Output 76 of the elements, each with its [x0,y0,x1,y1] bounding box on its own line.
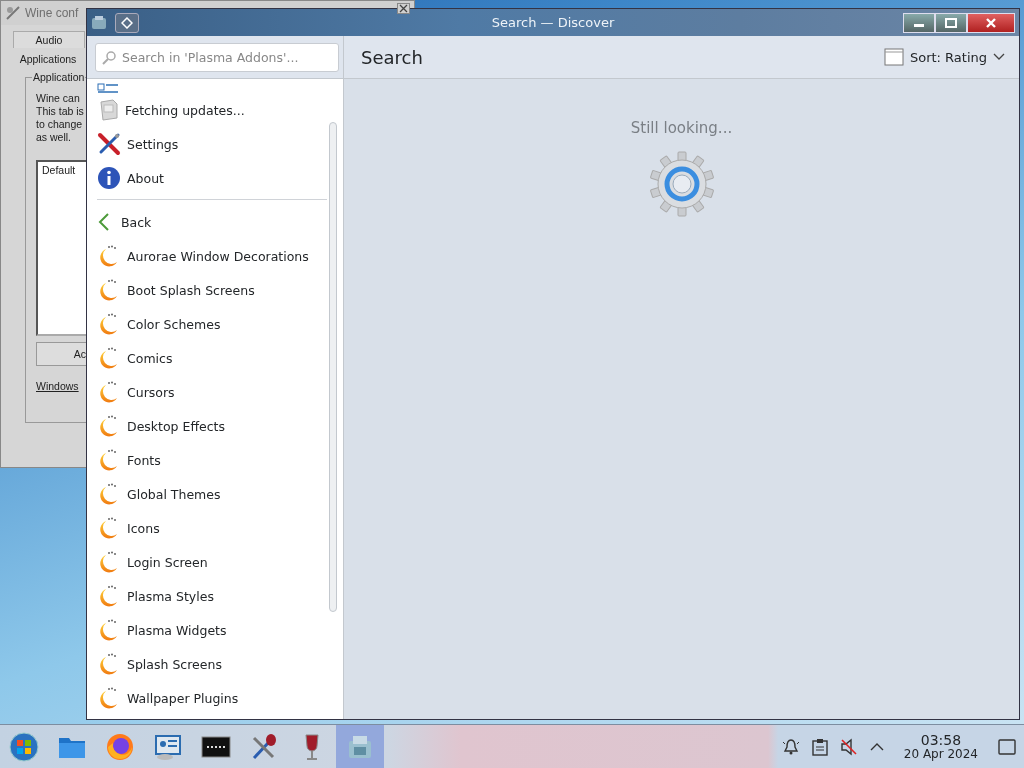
tab[interactable]: Applications [13,51,83,67]
category-item[interactable]: Splash Screens [97,647,222,681]
close-button[interactable] [967,12,1015,33]
crescent-icon [97,584,119,608]
maximize-icon [945,17,957,28]
gear-icon [648,151,715,217]
clipboard-icon[interactable] [811,737,828,756]
group-title: Application [32,71,86,83]
maximize-button[interactable] [935,12,967,33]
tools-icon [97,132,121,156]
search-field[interactable]: Search in 'Plasma Addons'... [95,42,339,72]
crescent-icon [97,312,119,336]
close-icon [986,17,996,28]
list-item[interactable]: Default [42,164,76,176]
bell-icon[interactable] [781,737,800,756]
crescent-icon [97,414,119,438]
crescent-icon [97,618,119,642]
description-line: This tab is [36,105,84,118]
app-icon [91,14,107,31]
category-item[interactable]: Login Screen [97,545,208,579]
tab[interactable]: Audio [13,31,85,48]
category-item[interactable]: Wallpaper Plugins [97,681,239,715]
window-title: Wine conf [25,6,79,20]
window-title: Search — Discover [491,15,615,30]
category-item[interactable]: Cursors [97,375,175,409]
diamond-icon [121,16,133,29]
crescent-icon [97,516,119,540]
show-desktop-icon[interactable] [998,738,1016,755]
back-button[interactable]: Back [97,205,152,239]
list-icon [97,83,119,93]
sidebar-item[interactable]: About [97,161,164,195]
speaker-muted-icon[interactable] [839,737,858,756]
clock[interactable]: 03:58 20 Apr 2024 [895,732,986,761]
sidebar-item[interactable]: Settings [97,127,179,161]
crescent-icon [97,346,119,370]
chevron-up-icon[interactable] [869,741,884,752]
start-menu-icon [9,731,39,762]
crescent-icon [97,482,119,506]
application-list[interactable]: Default [36,160,86,336]
category-item[interactable]: Plasma Widgets [97,613,227,647]
page-heading: Search [361,46,423,68]
category-item[interactable]: Comics [97,341,173,375]
crescent-icon [97,380,119,404]
keep-above-button[interactable] [115,12,139,33]
wine-tools-icon [5,5,21,21]
category-item[interactable]: Aurorae Window Decorations [97,239,309,273]
browser-icon [105,731,135,762]
sidebar-item[interactable]: Fetching updates... [97,93,245,127]
sort-dropdown[interactable]: Sort: Rating [883,48,1005,66]
category-item[interactable]: Boot Splash Screens [97,273,255,307]
add-button[interactable]: Ac [36,342,86,366]
description-line: Wine can [36,92,80,105]
document-icon [97,98,119,122]
category-item[interactable]: Fonts [97,443,161,477]
category-item[interactable]: Plasma Styles [97,579,214,613]
crescent-icon [97,448,119,472]
search-icon [102,50,116,65]
info-icon [97,166,121,190]
crescent-icon [97,244,119,268]
crescent-icon [97,550,119,574]
version-label: Windows [36,380,79,392]
category-item[interactable]: Color Schemes [97,307,221,341]
description-line: to change [36,118,83,131]
status-text: Still looking... [630,119,733,137]
description-line: as well. [36,131,71,144]
window-icon [883,48,904,66]
minimize-button[interactable] [903,12,935,33]
crescent-icon [97,686,119,710]
crescent-icon [97,278,119,302]
chevron-down-icon [993,53,1005,61]
category-item[interactable]: Global Themes [97,477,221,511]
category-item[interactable]: Desktop Effects [97,409,225,443]
close-icon[interactable] [397,3,410,14]
scrollbar[interactable] [329,122,337,612]
crescent-icon [97,652,119,676]
category-item[interactable]: Icons [97,511,160,545]
